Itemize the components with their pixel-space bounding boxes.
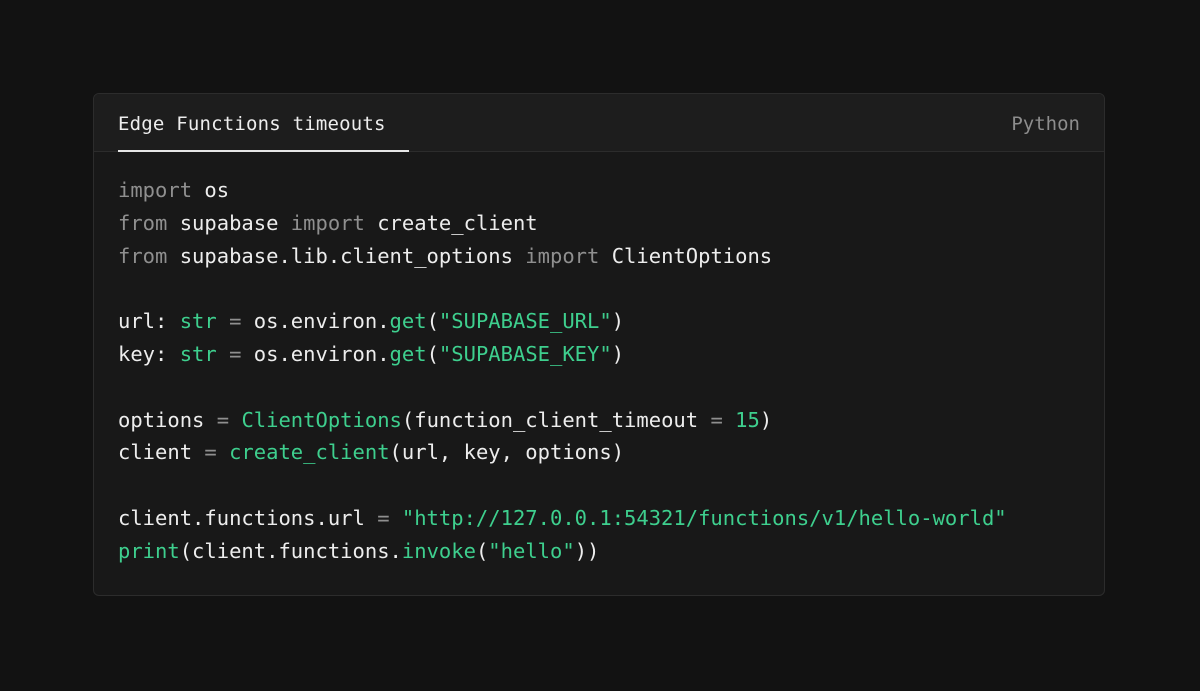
code-token: (client.functions. bbox=[179, 538, 402, 563]
code-token: "hello" bbox=[488, 538, 575, 563]
code-token: ( bbox=[426, 341, 439, 366]
language-label: Python bbox=[1011, 113, 1080, 135]
code-line: client = create_client(url, key, options… bbox=[118, 436, 1007, 469]
code-token: supabase bbox=[167, 210, 291, 235]
code-token: key: bbox=[118, 341, 180, 366]
code-token: os bbox=[192, 178, 230, 202]
code-token: import bbox=[525, 243, 600, 268]
code-line: import os bbox=[118, 174, 1007, 207]
code-token: supabase.lib.client_options bbox=[167, 243, 526, 268]
code-token: = bbox=[204, 440, 217, 465]
code-token: = bbox=[216, 407, 230, 432]
code-token: create_client bbox=[229, 440, 390, 465]
code-line: client.functions.url = "http://127.0.0.1… bbox=[118, 502, 1007, 535]
code-line: options = ClientOptions(function_client_… bbox=[118, 404, 1007, 437]
code-line: print(client.functions.invoke("hello")) bbox=[118, 535, 1007, 568]
code-token: str bbox=[179, 309, 217, 334]
code-token: client bbox=[118, 440, 205, 465]
code-token: ( bbox=[475, 538, 489, 563]
code-content: import os from supabase import create_cli… bbox=[118, 174, 1007, 568]
code-line: from supabase import create_client bbox=[118, 207, 1007, 240]
code-token: ClientOptions bbox=[241, 407, 402, 432]
code-token: (url, key, options) bbox=[389, 440, 625, 465]
code-token: = bbox=[710, 407, 723, 432]
code-token: from bbox=[118, 210, 168, 235]
code-token: import bbox=[290, 210, 365, 235]
code-token: = bbox=[216, 341, 254, 366]
code-token: os.environ. bbox=[253, 341, 390, 366]
code-token: )) bbox=[574, 538, 600, 563]
code-token: get bbox=[389, 341, 427, 366]
code-token: (function_client_timeout bbox=[401, 407, 711, 432]
code-token: ( bbox=[426, 309, 439, 334]
code-line: from supabase.lib.client_options import … bbox=[118, 240, 1007, 273]
code-token: options bbox=[118, 407, 217, 432]
code-token: from bbox=[118, 243, 168, 268]
code-token: = bbox=[216, 309, 254, 334]
code-token: create_client bbox=[364, 210, 538, 235]
code-token: ClientOptions bbox=[599, 243, 773, 268]
code-block-header: Edge Functions timeouts Python bbox=[94, 94, 1104, 152]
code-token: ) bbox=[611, 309, 625, 334]
code-token: import bbox=[118, 178, 193, 202]
code-token: ) bbox=[759, 407, 773, 432]
code-line: url: str = os.environ.get("SUPABASE_URL"… bbox=[118, 305, 1007, 338]
code-token: os.environ. bbox=[253, 309, 390, 334]
code-token: 15 bbox=[735, 407, 760, 432]
code-line: key: str = os.environ.get("SUPABASE_KEY"… bbox=[118, 338, 1007, 371]
code-token: client.functions.url bbox=[118, 505, 378, 530]
code-token: ) bbox=[611, 341, 625, 366]
code-token: "http://127.0.0.1:54321/functions/v1/hel… bbox=[401, 505, 1007, 530]
code-token: invoke bbox=[401, 538, 476, 563]
code-token: url: bbox=[118, 309, 180, 334]
code-block-card: Edge Functions timeouts Python import os… bbox=[93, 93, 1105, 596]
code-token: "SUPABASE_URL" bbox=[438, 309, 612, 334]
code-token: print bbox=[118, 538, 180, 563]
code-token: str bbox=[179, 341, 217, 366]
active-tab-indicator bbox=[118, 150, 409, 152]
code-token: get bbox=[389, 309, 427, 334]
tab-edge-functions-timeouts[interactable]: Edge Functions timeouts bbox=[118, 94, 386, 152]
code-token: "SUPABASE_KEY" bbox=[438, 341, 612, 366]
code-token: = bbox=[377, 505, 390, 530]
